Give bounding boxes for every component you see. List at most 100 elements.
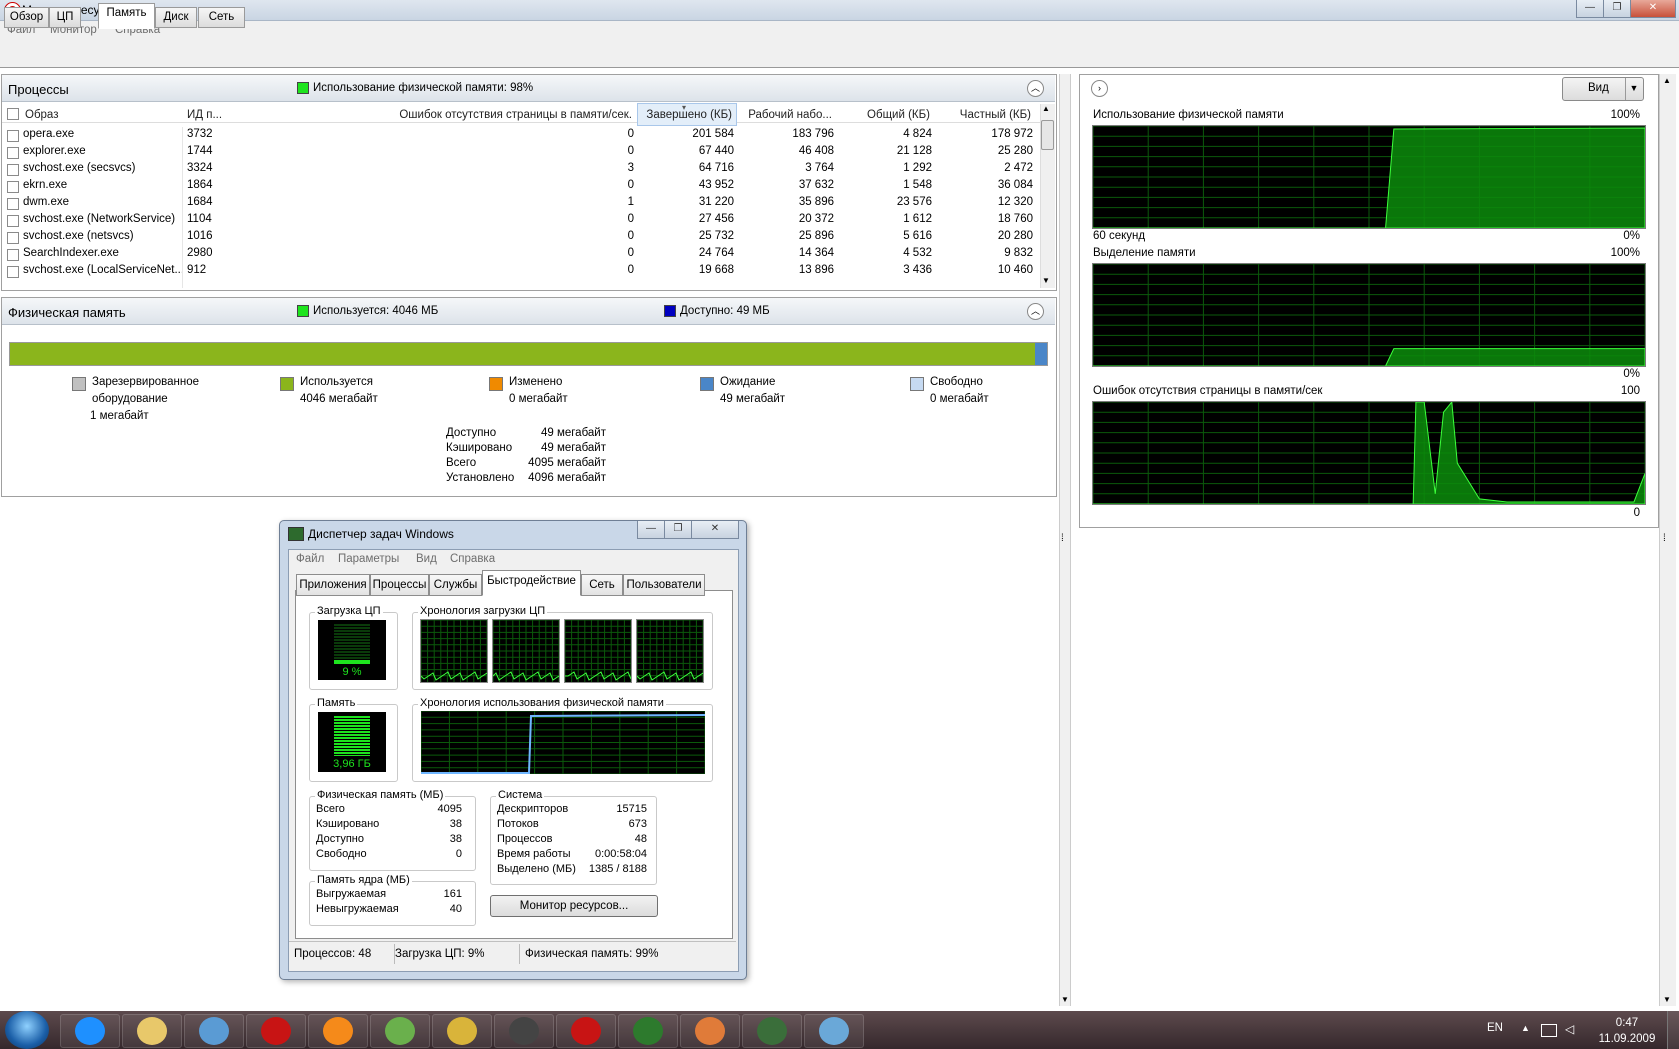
select-all-checkbox[interactable] <box>7 108 19 120</box>
cpu-meter-bars <box>334 624 370 664</box>
table-cell: 1 612 <box>903 213 932 225</box>
table-row[interactable]: svchost.exe (LocalServiceNet... 912 0 19 66… <box>2 263 1039 280</box>
internet-explorer-taskbar-button[interactable] <box>60 1014 120 1048</box>
table-row[interactable]: dwm.exe 1684 1 31 220 35 896 23 576 12 320 <box>2 195 1039 212</box>
clock-time[interactable]: 0:47 <box>1597 1017 1657 1029</box>
available-legend-swatch <box>664 305 676 317</box>
column-hard-faults[interactable]: Ошибок отсутствия страницы в памяти/сек. <box>232 109 632 121</box>
show-hidden-icons-icon[interactable]: ▲ <box>1521 1023 1530 1033</box>
tm-tab-applications[interactable]: Приложения <box>296 574 370 596</box>
row-checkbox[interactable] <box>7 198 19 210</box>
opera-taskbar-button[interactable] <box>246 1014 306 1048</box>
stalker-app-taskbar-button[interactable] <box>618 1014 678 1048</box>
explorer-folder-taskbar-button[interactable] <box>122 1014 182 1048</box>
side-scroll-up-icon[interactable]: ▲ <box>1663 76 1671 85</box>
table-row[interactable]: svchost.exe (netsvcs) 1016 0 25 732 25 896 5 … <box>2 229 1039 246</box>
tm-tab-network[interactable]: Сеть <box>581 574 623 596</box>
robot-app-taskbar-button[interactable] <box>432 1014 492 1048</box>
butterfly-app-taskbar-button[interactable] <box>680 1014 740 1048</box>
scrollbar-thumb[interactable] <box>1041 120 1054 150</box>
table-row[interactable]: ekrn.exe 1864 0 43 952 37 632 1 548 36 084 <box>2 178 1039 195</box>
tm-maximize-button[interactable]: ❐ <box>664 521 692 539</box>
tm-minimize-button[interactable]: — <box>637 521 665 539</box>
graph3-min: 0 <box>1633 507 1640 519</box>
side-scrollbar[interactable] <box>1659 74 1676 1006</box>
tm-menu-view[interactable]: Вид <box>416 553 437 565</box>
row-checkbox[interactable] <box>7 215 19 227</box>
cpu-usage-meter: 9 % <box>318 620 386 680</box>
splitter-grip-icon[interactable]: ⁞ <box>1061 533 1064 544</box>
table-row[interactable]: SearchIndexer.exe 2980 0 24 764 14 364 4 532 9… <box>2 246 1039 263</box>
tm-tab-performance[interactable]: Быстродействие <box>482 570 581 596</box>
close-button[interactable]: ✕ <box>1630 0 1676 18</box>
table-cell: 13 896 <box>798 264 834 276</box>
tm-tab-services[interactable]: Службы <box>429 574 482 596</box>
row-checkbox[interactable] <box>7 130 19 142</box>
column-pid[interactable]: ИД п... <box>187 109 222 121</box>
scroll-down-icon[interactable]: ▼ <box>1042 276 1050 285</box>
column-shareable[interactable]: Общий (КБ) <box>840 109 930 121</box>
table-row[interactable]: opera.exe 3732 0 201 584 183 796 4 824 178 972 <box>2 127 1039 144</box>
drink-app-taskbar-button[interactable] <box>370 1014 430 1048</box>
physical-memory-header[interactable] <box>2 298 1055 325</box>
collapse-physical-button[interactable]: ︿ <box>1027 303 1044 320</box>
x3-app-icon <box>509 1017 539 1045</box>
table-row[interactable]: svchost.exe (NetworkService) 1104 0 27 456 2… <box>2 212 1039 229</box>
tm-menu-file[interactable]: Файл <box>296 553 324 565</box>
view-button[interactable]: Вид ▼ <box>1562 77 1644 101</box>
row-checkbox[interactable] <box>7 147 19 159</box>
network-tray-icon[interactable] <box>1541 1024 1557 1037</box>
orange-app-taskbar-button[interactable] <box>308 1014 368 1048</box>
tab-disk[interactable]: Диск <box>155 7 197 28</box>
side-grip-icon[interactable]: ⁞ <box>1663 533 1666 544</box>
column-image[interactable]: Образ <box>25 109 58 121</box>
row-checkbox[interactable] <box>7 232 19 244</box>
table-cell: 9 832 <box>1004 247 1033 259</box>
category-name: Изменено <box>509 376 563 388</box>
graph1-min: 0% <box>1623 230 1640 242</box>
scroll-up-icon[interactable]: ▲ <box>1042 104 1050 113</box>
row-checkbox[interactable] <box>7 164 19 176</box>
main-scroll-down-icon[interactable]: ▼ <box>1061 995 1069 1004</box>
x3-app-taskbar-button[interactable] <box>494 1014 554 1048</box>
tab-network[interactable]: Сеть <box>198 7 245 28</box>
table-cell: 0 <box>627 145 634 157</box>
tab-memory[interactable]: Память <box>98 3 155 29</box>
language-indicator[interactable]: EN <box>1487 1022 1503 1034</box>
tab-overview[interactable]: Обзор <box>4 7 49 28</box>
task-manager-taskbar-button[interactable] <box>742 1014 802 1048</box>
start-orb-icon[interactable] <box>5 1011 49 1049</box>
memory-used-segment <box>10 343 1035 365</box>
volume-tray-icon[interactable]: ◁ <box>1565 1022 1574 1036</box>
stat-label: Дескрипторов <box>497 803 569 815</box>
tm-close-button[interactable]: ✕ <box>691 521 739 539</box>
minimize-button[interactable]: — <box>1576 0 1604 18</box>
resource-monitor-button[interactable]: Монитор ресурсов... <box>490 895 658 917</box>
side-scroll-down-icon[interactable]: ▼ <box>1663 995 1671 1004</box>
column-private[interactable]: Частный (КБ) <box>935 109 1031 121</box>
taskbar-buttons <box>60 1011 864 1049</box>
stat-label: Выгружаемая <box>316 888 387 900</box>
table-cell: 18 760 <box>997 213 1033 225</box>
maximize-button[interactable]: ❐ <box>1603 0 1631 18</box>
table-row[interactable]: explorer.exe 1744 0 67 440 46 408 21 128 25 28… <box>2 144 1039 161</box>
row-checkbox[interactable] <box>7 266 19 278</box>
table-row[interactable]: svchost.exe (secsvcs) 3324 3 64 716 3 764 1 2… <box>2 161 1039 178</box>
tm-tab-processes[interactable]: Процессы <box>370 574 429 596</box>
red-app-taskbar-button[interactable] <box>556 1014 616 1048</box>
tm-menu-help[interactable]: Справка <box>450 553 495 565</box>
media-player-taskbar-button[interactable] <box>184 1014 244 1048</box>
column-working-set[interactable]: Рабочий набо... <box>740 109 832 121</box>
resource-monitor-taskbar-button[interactable] <box>804 1014 864 1048</box>
table-cell: 3324 <box>187 162 213 174</box>
row-checkbox[interactable] <box>7 181 19 193</box>
row-checkbox[interactable] <box>7 249 19 261</box>
clock-date[interactable]: 11.09.2009 <box>1597 1033 1657 1045</box>
stat-label: Кэшировано <box>316 818 380 830</box>
tm-tab-users[interactable]: Пользователи <box>623 574 705 596</box>
expand-side-button[interactable]: › <box>1091 80 1108 97</box>
show-desktop-button[interactable] <box>1667 1011 1679 1049</box>
collapse-processes-button[interactable]: ︿ <box>1027 80 1044 97</box>
tab-cpu[interactable]: ЦП <box>49 7 81 28</box>
tm-menu-options[interactable]: Параметры <box>338 553 399 565</box>
